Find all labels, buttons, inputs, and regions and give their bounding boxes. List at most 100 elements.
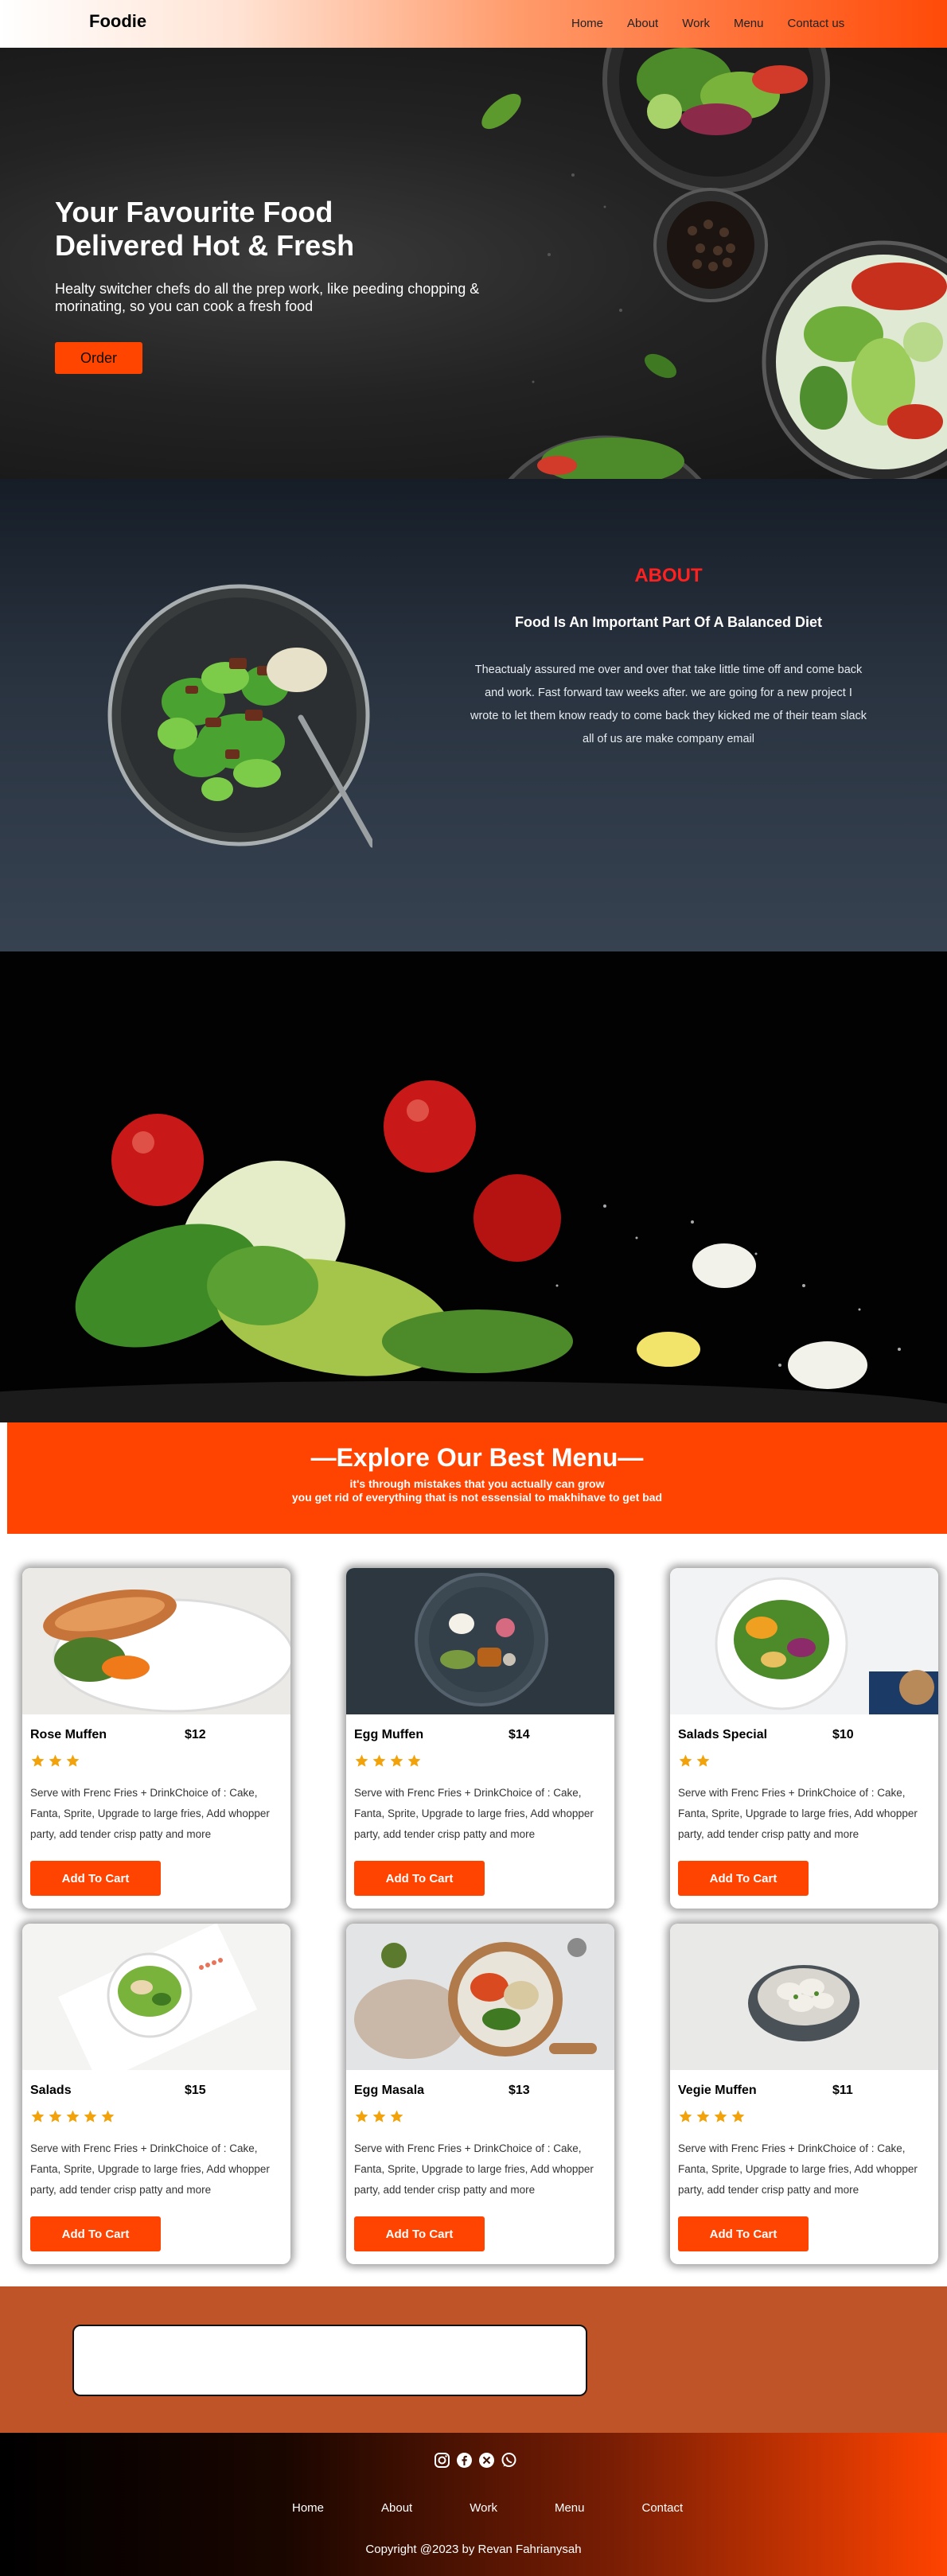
- menu-item-name: Egg Muffen: [354, 1728, 424, 1741]
- rose-muffen-image: [22, 1568, 290, 1714]
- star-icon: [48, 2109, 63, 2124]
- menu-header: —Explore Our Best Menu— it's through mis…: [7, 1422, 947, 1534]
- star-icon: [389, 2109, 404, 2124]
- footer-link-menu[interactable]: Menu: [555, 2501, 585, 2515]
- order-button[interactable]: Order: [55, 342, 142, 374]
- hero-title-line1: Your Favourite Food: [55, 196, 333, 228]
- menu-item-description: Serve with Frenc Fries + DrinkChoice of …: [354, 2142, 594, 2196]
- menu-item-description: Serve with Frenc Fries + DrinkChoice of …: [678, 2142, 918, 2196]
- brand-logo[interactable]: Foodie: [89, 11, 146, 32]
- nav-link-contact[interactable]: Contact us: [787, 17, 844, 30]
- menu-title: —Explore Our Best Menu—: [310, 1443, 644, 1472]
- menu-card: Egg Muffen $14 Serve with Frenc Fries + …: [346, 1568, 614, 1909]
- star-rating: [678, 1753, 711, 1769]
- menu-item-price: $10: [832, 1728, 854, 1741]
- about-salad-image: [107, 584, 372, 848]
- newsletter-section: [0, 2286, 947, 2433]
- star-icon: [354, 1753, 369, 1769]
- add-to-cart-button[interactable]: Add To Cart: [354, 1861, 485, 1896]
- footer-links: Home About Work Menu Contact: [292, 2501, 740, 2515]
- add-to-cart-button[interactable]: Add To Cart: [354, 2216, 485, 2251]
- star-icon: [354, 2109, 369, 2124]
- menu-item-price: $15: [185, 2084, 206, 2097]
- footer-link-home[interactable]: Home: [292, 2501, 324, 2515]
- newsletter-input-box[interactable]: [72, 2325, 587, 2396]
- menu-card: Salads $15 Serve with Frenc Fries + Drin…: [22, 1924, 290, 2264]
- menu-item-price: $11: [832, 2084, 853, 2097]
- star-icon: [100, 2109, 115, 2124]
- star-icon: [30, 1753, 45, 1769]
- menu-card: Salads Special $10 Serve with Frenc Frie…: [670, 1568, 938, 1909]
- vegie-muffen-image: [670, 1924, 938, 2070]
- about-title: ABOUT: [634, 565, 703, 586]
- footer-link-contact[interactable]: Contact: [641, 2501, 683, 2515]
- hero-title-line2: Delivered Hot & Fresh: [55, 229, 355, 262]
- menu-item-description: Serve with Frenc Fries + DrinkChoice of …: [678, 1787, 918, 1840]
- navbar: Foodie Home About Work Menu Contact us: [0, 0, 947, 48]
- menu-item-name: Salads: [30, 2084, 72, 2097]
- egg-masala-image: [346, 1924, 614, 2070]
- facebook-icon[interactable]: [456, 2452, 473, 2469]
- star-rating: [678, 2109, 746, 2124]
- star-icon: [83, 2109, 98, 2124]
- star-icon: [48, 1753, 63, 1769]
- star-icon: [696, 2109, 711, 2124]
- about-subtitle: Food Is An Important Part Of A Balanced …: [514, 614, 823, 630]
- star-icon: [372, 1753, 387, 1769]
- add-to-cart-button[interactable]: Add To Cart: [30, 2216, 161, 2251]
- menu-item-name: Salads Special: [678, 1728, 768, 1741]
- nav-link-menu[interactable]: Menu: [734, 17, 764, 30]
- menu-item-price: $12: [185, 1728, 206, 1741]
- banner-food-image: [0, 1080, 947, 1422]
- about-body: Theactualy assured me over and over that…: [470, 663, 867, 745]
- star-icon: [407, 1753, 422, 1769]
- about-section: ABOUT Food Is An Important Part Of A Bal…: [0, 479, 947, 951]
- star-rating: [354, 1753, 422, 1769]
- hero-text: Your Favourite Food Delivered Hot & Fres…: [55, 196, 501, 315]
- star-icon: [713, 2109, 728, 2124]
- footer-link-about[interactable]: About: [381, 2501, 412, 2515]
- banner-section: [0, 951, 947, 1422]
- menu-tagline-line1: it's through mistakes that you actually …: [349, 1477, 605, 1490]
- hero-subtitle: Healty switcher chefs do all the prep wo…: [55, 281, 480, 314]
- menu-card: Egg Masala $13 Serve with Frenc Fries + …: [346, 1924, 614, 2264]
- nav-link-home[interactable]: Home: [571, 17, 603, 30]
- star-icon: [696, 1753, 711, 1769]
- add-to-cart-button[interactable]: Add To Cart: [678, 1861, 809, 1896]
- instagram-icon[interactable]: [434, 2452, 450, 2469]
- star-icon: [30, 2109, 45, 2124]
- star-rating: [30, 2109, 115, 2124]
- footer-link-work[interactable]: Work: [470, 2501, 497, 2515]
- star-icon: [372, 2109, 387, 2124]
- footer: Home About Work Menu Contact Copyright @…: [0, 2433, 947, 2576]
- nav-links: Home About Work Menu Contact us: [571, 17, 868, 30]
- menu-card: Vegie Muffen $11 Serve with Frenc Fries …: [670, 1924, 938, 2264]
- add-to-cart-button[interactable]: Add To Cart: [30, 1861, 161, 1896]
- menu-item-name: Rose Muffen: [30, 1728, 107, 1741]
- add-to-cart-button[interactable]: Add To Cart: [678, 2216, 809, 2251]
- nav-link-work[interactable]: Work: [682, 17, 710, 30]
- star-rating: [30, 1753, 80, 1769]
- copyright: Copyright @2023 by Revan Fahrianysah: [365, 2543, 582, 2556]
- star-icon: [389, 1753, 404, 1769]
- menu-item-price: $14: [509, 1728, 530, 1741]
- nav-link-about[interactable]: About: [627, 17, 658, 30]
- salads-image: [22, 1924, 290, 2070]
- egg-muffen-image: [346, 1568, 614, 1714]
- x-icon[interactable]: [478, 2452, 495, 2469]
- menu-item-price: $13: [509, 2084, 530, 2097]
- menu-card: Rose Muffen $12 Serve with Frenc Fries +…: [22, 1568, 290, 1909]
- menu-item-description: Serve with Frenc Fries + DrinkChoice of …: [30, 2142, 270, 2196]
- hero-title: Your Favourite Food Delivered Hot & Fres…: [55, 196, 501, 263]
- menu-tagline-line2: you get rid of everything that is not es…: [291, 1491, 663, 1504]
- hero-section: Your Favourite Food Delivered Hot & Fres…: [0, 48, 947, 479]
- star-icon: [731, 2109, 746, 2124]
- star-icon: [65, 2109, 80, 2124]
- menu-item-description: Serve with Frenc Fries + DrinkChoice of …: [354, 1787, 594, 1840]
- social-links: [434, 2452, 517, 2469]
- star-icon: [65, 1753, 80, 1769]
- whatsapp-icon[interactable]: [501, 2452, 517, 2469]
- menu-tagline: it's through mistakes that you actually …: [7, 1477, 947, 1504]
- star-icon: [678, 1753, 693, 1769]
- star-rating: [354, 2109, 404, 2124]
